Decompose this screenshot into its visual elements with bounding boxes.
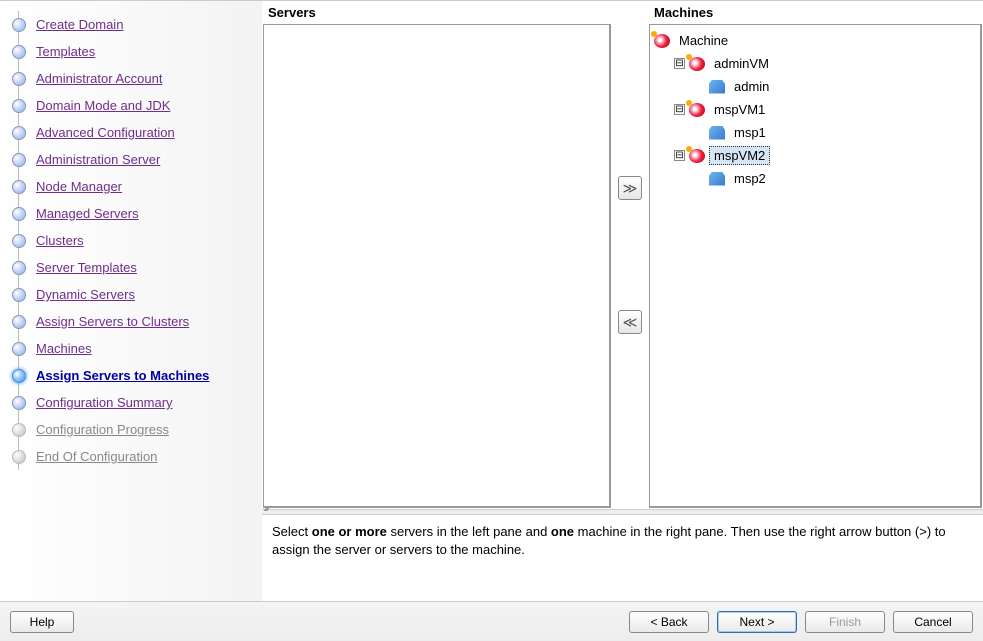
step-label: Assign Servers to Clusters [36, 314, 189, 329]
step-item-13[interactable]: Assign Servers to Machines [0, 362, 262, 389]
machine-label: adminVM [709, 54, 774, 73]
servers-pane-title: Servers [262, 1, 612, 24]
machines-pane: Machines Machine ⊟ adminVM admin ⊟ mspVM1 msp… [648, 1, 983, 509]
collapse-icon[interactable]: ⊟ [674, 150, 685, 161]
main-container: Create Domain Templates Administrator Acco… [0, 0, 983, 601]
step-item-8[interactable]: Clusters [0, 227, 262, 254]
back-button[interactable]: < Back [629, 611, 709, 633]
step-label: Assign Servers to Machines [36, 368, 209, 383]
step-item-2[interactable]: Administrator Account [0, 65, 262, 92]
step-item-12[interactable]: Machines [0, 335, 262, 362]
step-label: Domain Mode and JDK [36, 98, 170, 113]
step-label: End Of Configuration [36, 449, 157, 464]
servers-pane-body[interactable] [263, 24, 611, 508]
machine-node-0[interactable]: ⊟ adminVM [674, 52, 976, 75]
help-button[interactable]: Help [10, 611, 74, 633]
assign-right-button[interactable]: ≫ [618, 176, 642, 200]
servers-pane: Servers [262, 1, 612, 509]
step-label: Node Manager [36, 179, 122, 194]
machine-icon [654, 34, 670, 48]
step-dot-icon [12, 207, 26, 221]
step-item-1[interactable]: Templates [0, 38, 262, 65]
server-label: admin [729, 77, 774, 96]
machines-pane-title: Machines [648, 1, 983, 24]
finish-button: Finish [805, 611, 885, 633]
step-dot-icon [12, 315, 26, 329]
step-label: Clusters [36, 233, 84, 248]
step-dot-icon [12, 396, 26, 410]
arrow-column: ≫ ≪ [612, 1, 648, 509]
step-label: Configuration Progress [36, 422, 169, 437]
step-item-9[interactable]: Server Templates [0, 254, 262, 281]
assign-left-button[interactable]: ≪ [618, 310, 642, 334]
step-dot-icon [12, 234, 26, 248]
step-dot-icon [12, 18, 26, 32]
step-label: Administrator Account [36, 71, 162, 86]
step-dot-icon [12, 369, 26, 383]
step-label: Dynamic Servers [36, 287, 135, 302]
step-item-15: Configuration Progress [0, 416, 262, 443]
step-dot-icon [12, 288, 26, 302]
server-label: msp1 [729, 123, 771, 142]
server-icon [709, 126, 725, 140]
machine-node-2[interactable]: ⊟ mspVM2 [674, 144, 976, 167]
step-item-4[interactable]: Advanced Configuration [0, 119, 262, 146]
step-dot-icon [12, 261, 26, 275]
machines-pane-body[interactable]: Machine ⊟ adminVM admin ⊟ mspVM1 msp1 ⊟ mspVM2 m… [649, 24, 982, 508]
footer: Help < Back Next > Finish Cancel [0, 601, 983, 641]
panes-row: Servers ≫ ≪ Machines Machine [262, 1, 983, 509]
step-label: Configuration Summary [36, 395, 173, 410]
step-item-10[interactable]: Dynamic Servers [0, 281, 262, 308]
server-node-1-0[interactable]: msp1 [694, 121, 976, 144]
cancel-button[interactable]: Cancel [893, 611, 973, 633]
server-node-0-0[interactable]: admin [694, 75, 976, 98]
collapse-icon[interactable]: ⊟ [674, 104, 685, 115]
server-icon [709, 80, 725, 94]
horizontal-splitter[interactable] [262, 509, 983, 515]
step-label: Administration Server [36, 152, 160, 167]
step-item-11[interactable]: Assign Servers to Clusters [0, 308, 262, 335]
step-list: Create Domain Templates Administrator Acco… [0, 11, 262, 470]
step-label: Create Domain [36, 17, 123, 32]
machine-icon [689, 149, 705, 163]
footer-right: < Back Next > Finish Cancel [629, 611, 973, 633]
step-label: Advanced Configuration [36, 125, 175, 140]
step-item-0[interactable]: Create Domain [0, 11, 262, 38]
step-item-3[interactable]: Domain Mode and JDK [0, 92, 262, 119]
step-item-14[interactable]: Configuration Summary [0, 389, 262, 416]
step-dot-icon [12, 180, 26, 194]
step-dot-icon [12, 126, 26, 140]
step-dot-icon [12, 99, 26, 113]
wizard-sidebar: Create Domain Templates Administrator Acco… [0, 1, 262, 601]
step-dot-icon [12, 153, 26, 167]
step-dot-icon [12, 72, 26, 86]
main-area: Servers ≫ ≪ Machines Machine [262, 1, 983, 601]
machine-icon [689, 103, 705, 117]
tree-root[interactable]: Machine [654, 29, 976, 52]
server-node-2-0[interactable]: msp2 [694, 167, 976, 190]
step-dot-icon [12, 342, 26, 356]
step-label: Server Templates [36, 260, 137, 275]
step-dot-icon [12, 450, 26, 464]
instructions-text: Select one or more servers in the left p… [262, 515, 983, 601]
collapse-icon[interactable]: ⊟ [674, 58, 685, 69]
step-item-7[interactable]: Managed Servers [0, 200, 262, 227]
step-dot-icon [12, 423, 26, 437]
step-dot-icon [12, 45, 26, 59]
machine-label: mspVM1 [709, 100, 770, 119]
step-item-16: End Of Configuration [0, 443, 262, 470]
step-item-6[interactable]: Node Manager [0, 173, 262, 200]
machine-icon [689, 57, 705, 71]
next-button[interactable]: Next > [717, 611, 797, 633]
tree-root-label: Machine [674, 31, 733, 50]
server-label: msp2 [729, 169, 771, 188]
machine-node-1[interactable]: ⊟ mspVM1 [674, 98, 976, 121]
server-icon [709, 172, 725, 186]
machine-label: mspVM2 [709, 146, 770, 165]
step-label: Machines [36, 341, 92, 356]
step-label: Templates [36, 44, 95, 59]
step-item-5[interactable]: Administration Server [0, 146, 262, 173]
step-label: Managed Servers [36, 206, 139, 221]
